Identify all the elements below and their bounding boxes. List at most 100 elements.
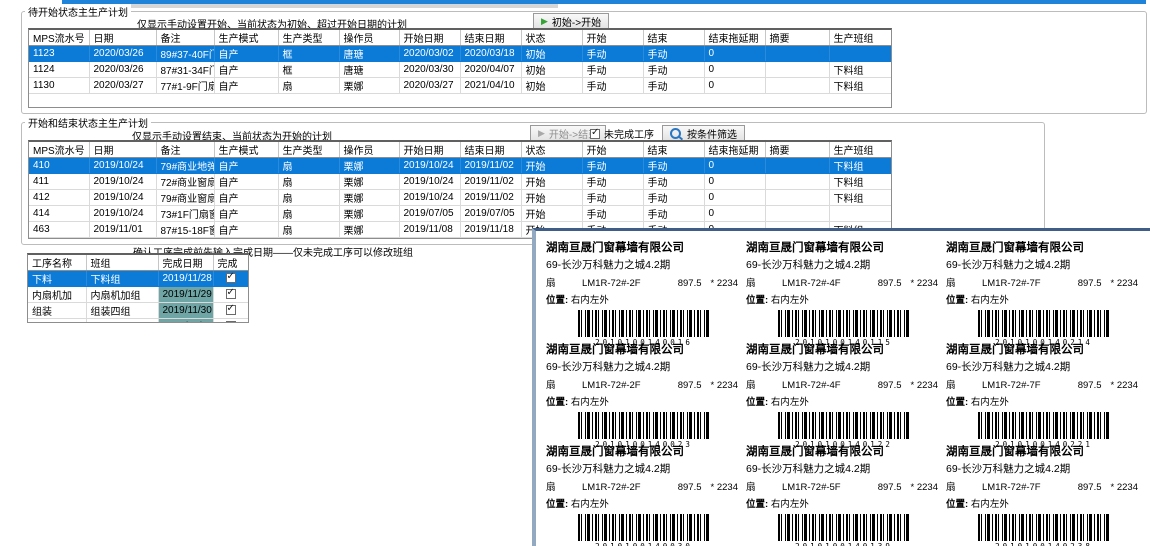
cell[interactable]	[765, 158, 829, 174]
cell[interactable]: 下料组	[829, 190, 891, 206]
cell[interactable]: 自产	[214, 46, 278, 62]
cell[interactable]: 411	[29, 174, 89, 190]
cell[interactable]: 下料组	[829, 62, 891, 78]
cell[interactable]: 72#商业窗扇	[156, 174, 214, 190]
cell[interactable]: 77#1-9F门扇	[156, 78, 214, 94]
cell[interactable]	[829, 206, 891, 222]
cell[interactable]: 扇	[278, 158, 339, 174]
col-header[interactable]: 摘要	[765, 142, 829, 158]
col-header[interactable]: 生产类型	[278, 142, 339, 158]
incomplete-process-checkbox[interactable]	[590, 129, 600, 139]
cell[interactable]	[765, 174, 829, 190]
completion-date-cell[interactable]: 2019/11/29	[158, 287, 213, 303]
col-header[interactable]: 状态	[521, 142, 582, 158]
cell[interactable]: 自产	[214, 190, 278, 206]
cell[interactable]: 扇	[278, 238, 339, 240]
cell[interactable]: 2019/11/02	[460, 174, 521, 190]
table-row[interactable]: 11242020/03/2687#31-34F门框自产框唐瑭2020/03/30…	[29, 62, 891, 78]
cell[interactable]: 0	[704, 78, 765, 94]
cell[interactable]: 开始	[521, 158, 582, 174]
cell[interactable]: 手动	[582, 62, 643, 78]
cell[interactable]: 2019/07/05	[460, 206, 521, 222]
cell[interactable]: 0	[704, 62, 765, 78]
cell[interactable]	[765, 78, 829, 94]
cell[interactable]: 打胶组	[86, 319, 158, 324]
cell[interactable]: 2020/03/27	[399, 78, 460, 94]
col-header[interactable]: 生产类型	[278, 30, 339, 46]
cell[interactable]: 2020/03/26	[89, 46, 156, 62]
cell[interactable]: 410	[29, 158, 89, 174]
cell[interactable]: 89#22-24F窗扇	[156, 238, 214, 240]
done-checkbox[interactable]	[226, 273, 236, 283]
cell[interactable]: 2019/07/05	[399, 206, 460, 222]
cell[interactable]: 1123	[29, 46, 89, 62]
cell[interactable]: 2019/10/24	[399, 174, 460, 190]
cell[interactable]: 463	[29, 222, 89, 238]
cell[interactable]: 手动	[643, 206, 704, 222]
done-cell[interactable]	[213, 271, 248, 287]
completion-date-cell[interactable]: 2019/11/28	[158, 271, 213, 287]
col-header[interactable]: 开始	[582, 142, 643, 158]
cell[interactable]: 2019/11/18	[460, 238, 521, 240]
table-row[interactable]: 4112019/10/2472#商业窗扇自产扇栗娜2019/10/242019/…	[29, 174, 891, 190]
cell[interactable]: 2019/11/08	[399, 222, 460, 238]
col-header[interactable]: 班组	[86, 255, 158, 271]
cell[interactable]: 1124	[29, 62, 89, 78]
cell[interactable]: 79#商业窗扇	[156, 190, 214, 206]
cell[interactable]: 2020/03/27	[89, 78, 156, 94]
cell[interactable]: 栗娜	[339, 238, 399, 240]
col-header[interactable]: 完成	[213, 255, 248, 271]
cell[interactable]: 2019/11/08	[89, 238, 156, 240]
cell[interactable]: 初始	[521, 62, 582, 78]
cell[interactable]: 手动	[643, 190, 704, 206]
cell[interactable]: 手动	[643, 78, 704, 94]
cell[interactable]: 2020/03/18	[460, 46, 521, 62]
cell[interactable]: 栗娜	[339, 190, 399, 206]
cell[interactable]: 开始	[521, 206, 582, 222]
cell[interactable]: 唐瑭	[339, 46, 399, 62]
col-header[interactable]: 开始日期	[399, 30, 460, 46]
cell[interactable]: 2019/11/01	[89, 222, 156, 238]
cell[interactable]: 2020/03/26	[89, 62, 156, 78]
cell[interactable]: 489	[29, 238, 89, 240]
cell[interactable]: 初始	[521, 46, 582, 62]
cell[interactable]: 1130	[29, 78, 89, 94]
done-cell[interactable]	[213, 303, 248, 319]
cell[interactable]: 下料组	[86, 271, 158, 287]
cell[interactable]: 自产	[214, 158, 278, 174]
cell[interactable]: 扇	[278, 190, 339, 206]
cell[interactable]: 栗娜	[339, 174, 399, 190]
col-header[interactable]: 生产班组	[829, 142, 891, 158]
cell[interactable]: 开始	[521, 190, 582, 206]
table-row[interactable]: 内扇机加 内扇机加组 2019/11/29	[28, 287, 248, 303]
col-header[interactable]: 生产班组	[829, 30, 891, 46]
col-header[interactable]: 备注	[156, 142, 214, 158]
cell[interactable]: 0	[704, 158, 765, 174]
cell[interactable]: 自产	[214, 206, 278, 222]
cell[interactable]: 2019/11/08	[399, 238, 460, 240]
cell[interactable]: 扇	[278, 222, 339, 238]
col-header[interactable]: 结束	[643, 142, 704, 158]
completion-date-cell[interactable]: 2019/11/30	[158, 303, 213, 319]
table-row[interactable]: 组装 组装四组 2019/11/30	[28, 303, 248, 319]
col-header[interactable]: 结束日期	[460, 142, 521, 158]
done-checkbox[interactable]	[226, 289, 236, 299]
cell[interactable]: 自产	[214, 78, 278, 94]
col-header[interactable]: 操作员	[339, 30, 399, 46]
table-row-selected[interactable]: 下料 下料组 2019/11/28	[28, 271, 248, 287]
cell[interactable]: 自产	[214, 222, 278, 238]
col-header[interactable]: 结束拖延期	[704, 30, 765, 46]
done-cell[interactable]	[213, 287, 248, 303]
col-header[interactable]: 日期	[89, 142, 156, 158]
cell[interactable]: 2019/11/02	[460, 158, 521, 174]
cell[interactable]: 手动	[643, 62, 704, 78]
cell[interactable]: 手动	[643, 158, 704, 174]
cell[interactable]: 87#15-18F窗扇	[156, 222, 214, 238]
col-header[interactable]: 生产模式	[214, 30, 278, 46]
cell[interactable]	[765, 190, 829, 206]
done-cell[interactable]	[213, 319, 248, 324]
table-row-selected[interactable]: 4102019/10/2479#商业地弹...自产扇栗娜2019/10/2420…	[29, 158, 891, 174]
cell[interactable]: 0	[704, 174, 765, 190]
cell[interactable]: 内扇机加组	[86, 287, 158, 303]
cell[interactable]: 自产	[214, 174, 278, 190]
